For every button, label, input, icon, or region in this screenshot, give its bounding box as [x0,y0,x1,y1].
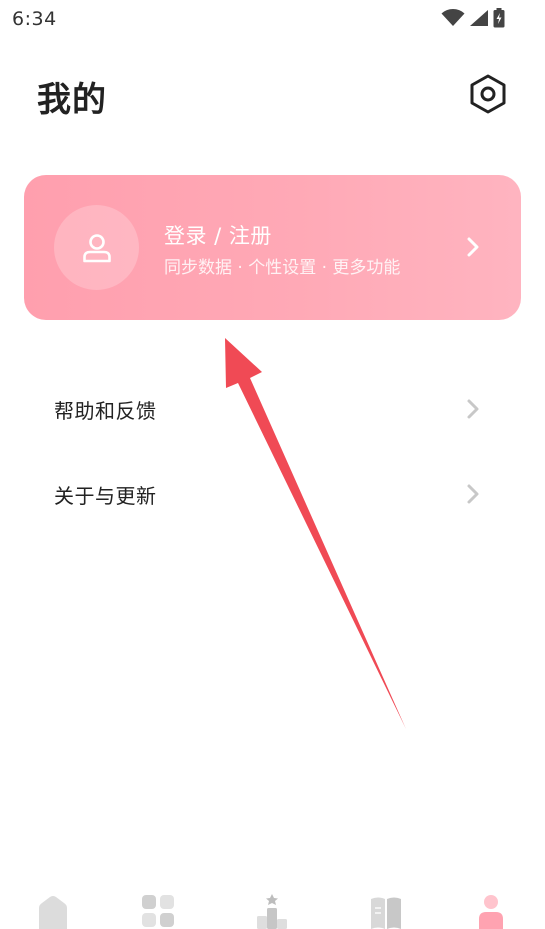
cell-signal-icon [470,10,488,26]
menu-item-help-feedback[interactable]: 帮助和反馈 [0,370,545,450]
menu-item-label: 关于与更新 [54,484,157,508]
login-title: 登录 / 注册 [164,224,272,248]
chevron-right-icon [467,484,479,504]
battery-charging-icon [493,8,505,28]
menu-item-about-update[interactable]: 关于与更新 [0,455,545,535]
chevron-container [461,481,485,507]
status-time: 6:34 [12,8,57,30]
login-card[interactable]: 登录 / 注册 同步数据 · 个性设置 · 更多功能 [24,175,521,320]
settings-button[interactable] [466,72,510,116]
login-chevron [460,233,486,261]
nav-item-grid[interactable] [128,894,188,929]
chevron-right-icon [467,399,479,419]
home-icon [39,896,67,929]
menu-item-label: 帮助和反馈 [54,399,157,423]
page-title: 我的 [37,80,107,120]
chevron-container [461,396,485,422]
avatar [54,205,139,290]
nav-item-bookshelf[interactable] [356,894,416,929]
person-icon [479,895,503,929]
settings-hexagon-icon [470,74,506,114]
nav-item-ranking[interactable] [242,894,302,929]
chevron-right-icon [467,237,479,257]
status-bar: 6:34 [0,0,545,40]
login-subtitle: 同步数据 · 个性设置 · 更多功能 [164,258,401,278]
wifi-icon [441,9,465,26]
nav-item-home[interactable] [23,894,83,929]
grid-icon [142,895,174,927]
nav-item-profile[interactable] [461,894,521,929]
bottom-nav [0,880,545,929]
ranking-icon [257,894,287,929]
status-icons [441,7,505,29]
book-icon [371,897,401,929]
user-icon [82,233,111,262]
